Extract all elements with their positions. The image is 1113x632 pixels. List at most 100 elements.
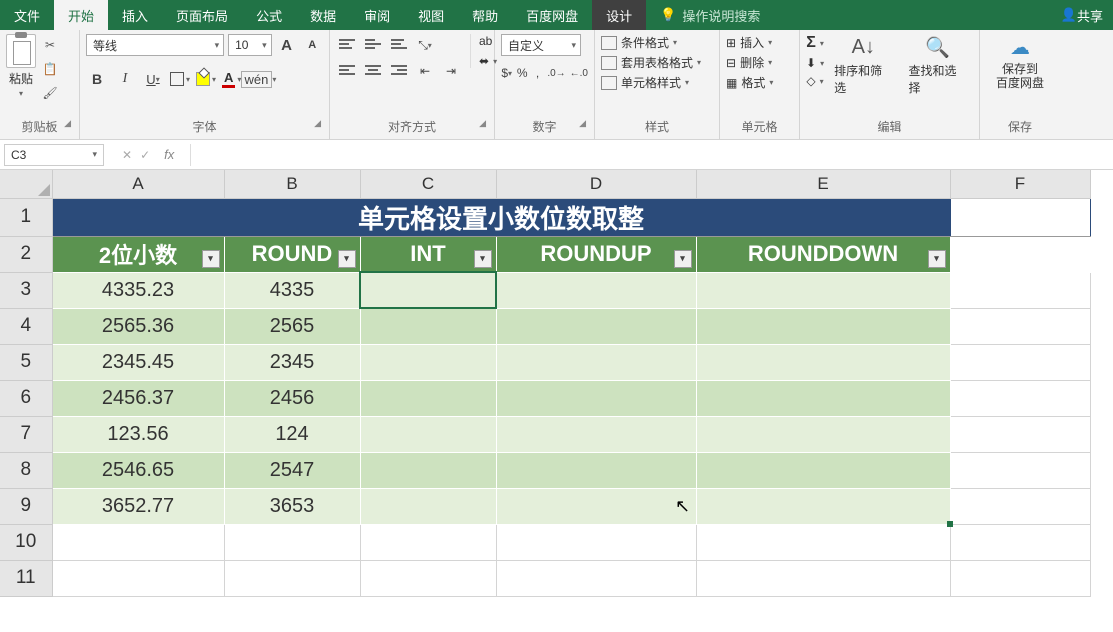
cell-D8[interactable] xyxy=(496,452,696,488)
header-int[interactable]: INT▾ xyxy=(360,236,496,272)
row-header-10[interactable]: 10 xyxy=(0,524,52,560)
row-header-1[interactable]: 1 xyxy=(0,198,52,236)
cell-D4[interactable] xyxy=(496,308,696,344)
header-rounddown[interactable]: ROUNDDOWN▾ xyxy=(696,236,950,272)
percent-button[interactable]: % xyxy=(516,62,527,84)
tab-baidu[interactable]: 百度网盘 xyxy=(512,0,592,30)
cell-B9[interactable]: 3653 xyxy=(224,488,360,524)
cell-A11[interactable] xyxy=(52,560,224,596)
conditional-format-button[interactable]: 条件格式▾ xyxy=(601,34,701,51)
decrease-indent-button[interactable]: ⇤ xyxy=(414,60,436,82)
cell-E4[interactable] xyxy=(696,308,950,344)
cell-F11[interactable] xyxy=(950,560,1090,596)
underline-button[interactable]: U▾ xyxy=(142,68,164,90)
table-format-button[interactable]: 套用表格格式▾ xyxy=(601,54,701,71)
filter-button-D[interactable]: ▾ xyxy=(674,250,692,268)
fx-icon[interactable]: fx xyxy=(158,147,180,162)
cell-F8[interactable] xyxy=(950,452,1090,488)
sheet-area[interactable]: A B C D E F 1 单元格设置小数位数取整 2 2位小数▾ ROUND▾… xyxy=(0,170,1113,632)
copy-button[interactable]: 📋 xyxy=(40,60,60,78)
header-round[interactable]: ROUND▾ xyxy=(224,236,360,272)
cell-F10[interactable] xyxy=(950,524,1090,560)
col-header-B[interactable]: B xyxy=(224,170,360,198)
cell-D7[interactable] xyxy=(496,416,696,452)
save-baidu-button[interactable]: ☁ 保存到 百度网盘 xyxy=(990,34,1050,91)
cell-styles-button[interactable]: 单元格样式▾ xyxy=(601,74,701,91)
cell-F4[interactable] xyxy=(950,308,1090,344)
select-all-corner[interactable] xyxy=(0,170,52,198)
paste-dropdown[interactable]: ▾ xyxy=(19,89,23,98)
formula-input[interactable] xyxy=(191,144,1113,166)
row-header-6[interactable]: 6 xyxy=(0,380,52,416)
cell-F3[interactable] xyxy=(950,272,1090,308)
cell-F5[interactable] xyxy=(950,344,1090,380)
row-header-5[interactable]: 5 xyxy=(0,344,52,380)
cell-E3[interactable] xyxy=(696,272,950,308)
header-2bit[interactable]: 2位小数▾ xyxy=(52,236,224,272)
cell-D10[interactable] xyxy=(496,524,696,560)
cell-C10[interactable] xyxy=(360,524,496,560)
cell-D11[interactable] xyxy=(496,560,696,596)
cell-E10[interactable] xyxy=(696,524,950,560)
cell-E8[interactable] xyxy=(696,452,950,488)
cell-A8[interactable]: 2546.65 xyxy=(52,452,224,488)
cell-E5[interactable] xyxy=(696,344,950,380)
orientation-button[interactable]: ⤡▾ xyxy=(414,34,436,56)
align-middle-button[interactable] xyxy=(362,34,384,54)
align-left-button[interactable] xyxy=(336,60,358,80)
insert-cells-button[interactable]: ⊞插入▾ xyxy=(726,34,773,51)
number-format-select[interactable]: 自定义▾ xyxy=(501,34,581,56)
tab-review[interactable]: 审阅 xyxy=(350,0,404,30)
filter-button-A[interactable]: ▾ xyxy=(202,250,220,268)
cancel-formula-button[interactable]: ✕ xyxy=(122,148,132,162)
enter-formula-button[interactable]: ✓ xyxy=(140,148,150,162)
comma-button[interactable]: , xyxy=(532,62,543,84)
cell-C8[interactable] xyxy=(360,452,496,488)
decrease-decimal-button[interactable]: ←.0 xyxy=(570,62,588,84)
share-button[interactable]: 👤 共享 xyxy=(1051,0,1113,30)
row-header-9[interactable]: 9 xyxy=(0,488,52,524)
cell-F9[interactable] xyxy=(950,488,1090,524)
cell-F1[interactable] xyxy=(950,198,1090,236)
filter-button-E[interactable]: ▾ xyxy=(928,250,946,268)
col-header-C[interactable]: C xyxy=(360,170,496,198)
row-header-3[interactable]: 3 xyxy=(0,272,52,308)
bold-button[interactable]: B xyxy=(86,68,108,90)
format-painter-button[interactable]: 🖌 xyxy=(40,84,60,102)
cell-A5[interactable]: 2345.45 xyxy=(52,344,224,380)
delete-cells-button[interactable]: ⊟删除▾ xyxy=(726,54,773,71)
cell-B8[interactable]: 2547 xyxy=(224,452,360,488)
cell-A9[interactable]: 3652.77 xyxy=(52,488,224,524)
col-header-E[interactable]: E xyxy=(696,170,950,198)
font-dialog-launcher[interactable]: ◢ xyxy=(314,118,321,129)
fill-button[interactable]: ⬇▾ xyxy=(806,56,824,70)
title-cell[interactable]: 单元格设置小数位数取整 xyxy=(52,198,950,236)
col-header-A[interactable]: A xyxy=(52,170,224,198)
align-top-button[interactable] xyxy=(336,34,358,54)
cell-D9[interactable] xyxy=(496,488,696,524)
cut-button[interactable]: ✂ xyxy=(40,36,60,54)
cell-F7[interactable] xyxy=(950,416,1090,452)
cell-B10[interactable] xyxy=(224,524,360,560)
paste-button[interactable]: 粘贴 xyxy=(9,70,33,87)
grow-font-button[interactable]: A xyxy=(276,34,298,56)
row-header-8[interactable]: 8 xyxy=(0,452,52,488)
align-right-button[interactable] xyxy=(388,60,410,80)
font-color-button[interactable]: A▾ xyxy=(222,70,241,88)
cell-A10[interactable] xyxy=(52,524,224,560)
cell-B3[interactable]: 4335 xyxy=(224,272,360,308)
cell-D5[interactable] xyxy=(496,344,696,380)
find-select-button[interactable]: 🔍 查找和选择 xyxy=(903,34,973,96)
cell-C9[interactable] xyxy=(360,488,496,524)
borders-button[interactable]: ▾ xyxy=(170,72,190,86)
tab-view[interactable]: 视图 xyxy=(404,0,458,30)
cell-C4[interactable] xyxy=(360,308,496,344)
cell-C5[interactable] xyxy=(360,344,496,380)
tab-design[interactable]: 设计 xyxy=(592,0,646,30)
cell-B4[interactable]: 2565 xyxy=(224,308,360,344)
tab-page-layout[interactable]: 页面布局 xyxy=(162,0,242,30)
tab-help[interactable]: 帮助 xyxy=(458,0,512,30)
row-header-11[interactable]: 11 xyxy=(0,560,52,596)
cell-E7[interactable] xyxy=(696,416,950,452)
cell-C6[interactable] xyxy=(360,380,496,416)
